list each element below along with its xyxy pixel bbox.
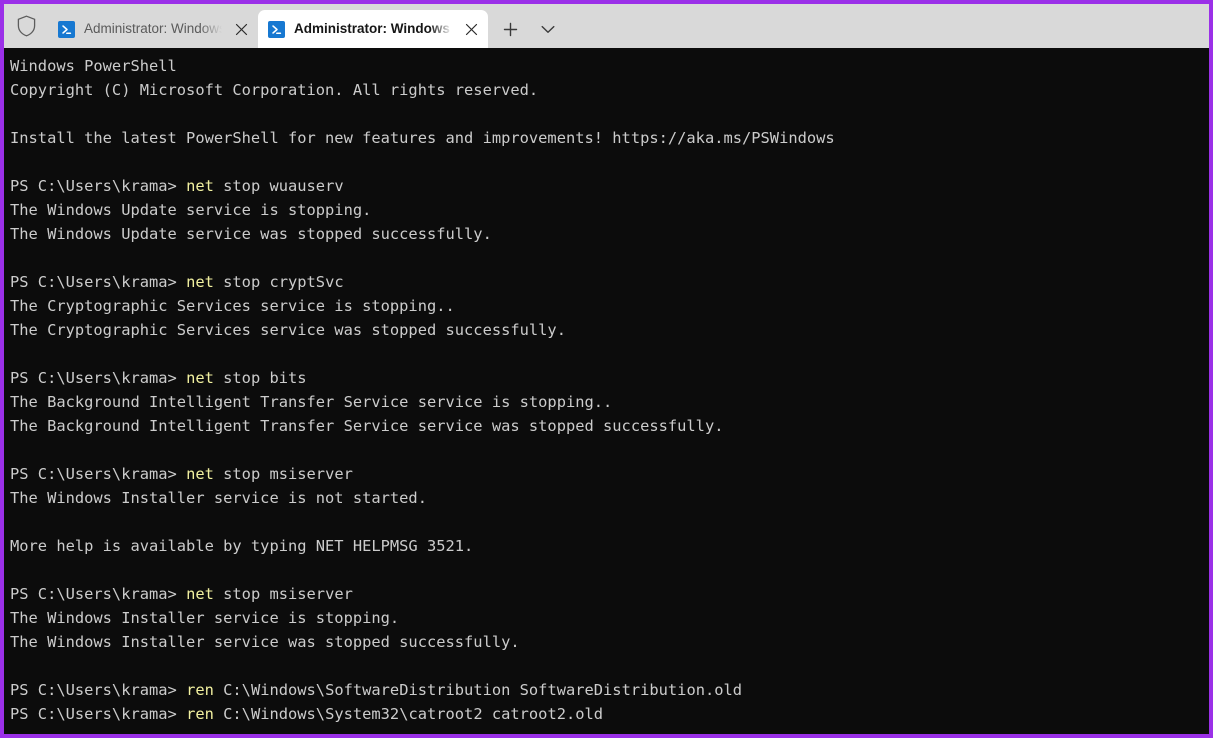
terminal-window: Administrator: Windows Powe Administrator… <box>0 0 1213 738</box>
terminal-prompt-line: PS C:\Users\krama> net stop wuauserv <box>10 174 1209 198</box>
terminal-prompt-line: PS C:\Users\krama> net stop msiserver <box>10 462 1209 486</box>
terminal-output-line: The Windows Installer service was stoppe… <box>10 633 520 651</box>
terminal-output-line: More help is available by typing NET HEL… <box>10 537 474 555</box>
command-arguments: stop msiserver <box>213 465 353 483</box>
tab-0[interactable]: Administrator: Windows Powe <box>48 10 258 48</box>
terminal-output-line: The Cryptographic Services service was s… <box>10 321 566 339</box>
prompt-path: PS C:\Users\krama> <box>10 177 187 195</box>
command-arguments: stop msiserver <box>213 585 353 603</box>
prompt-path: PS C:\Users\krama> <box>10 273 187 291</box>
command-arguments: stop cryptSvc <box>213 273 344 291</box>
terminal-output: Windows PowerShell Copyright (C) Microsof… <box>10 54 1209 726</box>
tab-1-active[interactable]: Administrator: Windows Powe <box>258 10 488 48</box>
powershell-icon <box>58 20 75 38</box>
terminal-output-line: Windows PowerShell <box>10 57 177 75</box>
terminal-prompt-line: PS C:\Users\krama> net stop bits <box>10 366 1209 390</box>
terminal-output-line: Install the latest PowerShell for new fe… <box>10 129 835 147</box>
command-arguments: stop wuauserv <box>213 177 344 195</box>
tab-bar: Administrator: Windows Powe Administrator… <box>4 4 1209 48</box>
prompt-path: PS C:\Users\krama> <box>10 705 187 723</box>
tab-list: Administrator: Windows Powe Administrator… <box>48 10 488 48</box>
prompt-path: PS C:\Users\krama> <box>10 585 187 603</box>
command-keyword: ren <box>186 705 214 723</box>
command-keyword: net <box>186 177 214 195</box>
command-keyword: net <box>186 369 214 387</box>
command-arguments: C:\Windows\SoftwareDistribution Software… <box>213 681 743 699</box>
chevron-down-icon[interactable] <box>532 10 564 48</box>
terminal-prompt-line: PS C:\Users\krama> ren C:\Windows\System… <box>10 702 1209 726</box>
close-icon[interactable] <box>226 14 256 44</box>
terminal-output-line: The Background Intelligent Transfer Serv… <box>10 417 724 435</box>
command-keyword: net <box>186 585 214 603</box>
terminal-output-line: The Windows Installer service is stoppin… <box>10 609 400 627</box>
terminal-output-line: The Background Intelligent Transfer Serv… <box>10 393 613 411</box>
command-arguments: C:\Windows\System32\catroot2 catroot2.ol… <box>213 705 604 723</box>
tab-bar-drag-region[interactable] <box>564 10 1209 48</box>
command-keyword: ren <box>186 681 214 699</box>
close-icon[interactable] <box>456 14 486 44</box>
terminal-output-line: The Windows Update service is stopping. <box>10 201 372 219</box>
terminal-prompt-line: PS C:\Users\krama> net stop cryptSvc <box>10 270 1209 294</box>
new-tab-button[interactable] <box>494 10 526 48</box>
prompt-path: PS C:\Users\krama> <box>10 681 187 699</box>
command-keyword: net <box>186 465 214 483</box>
prompt-path: PS C:\Users\krama> <box>10 465 187 483</box>
command-keyword: net <box>186 273 214 291</box>
terminal-prompt-line: PS C:\Users\krama> ren C:\Windows\Softwa… <box>10 678 1209 702</box>
terminal-pane[interactable]: Windows PowerShell Copyright (C) Microsof… <box>4 48 1209 734</box>
powershell-icon <box>268 20 285 38</box>
terminal-prompt-line: PS C:\Users\krama> net stop msiserver <box>10 582 1209 606</box>
command-arguments: stop bits <box>213 369 307 387</box>
tab-title: Administrator: Windows Powe <box>294 10 456 48</box>
terminal-output-line: The Windows Update service was stopped s… <box>10 225 492 243</box>
prompt-path: PS C:\Users\krama> <box>10 369 187 387</box>
terminal-output-line: The Windows Installer service is not sta… <box>10 489 427 507</box>
terminal-output-line: The Cryptographic Services service is st… <box>10 297 455 315</box>
tab-title: Administrator: Windows Powe <box>84 10 226 48</box>
terminal-output-line: Copyright (C) Microsoft Corporation. All… <box>10 81 539 99</box>
shield-icon <box>4 4 48 48</box>
